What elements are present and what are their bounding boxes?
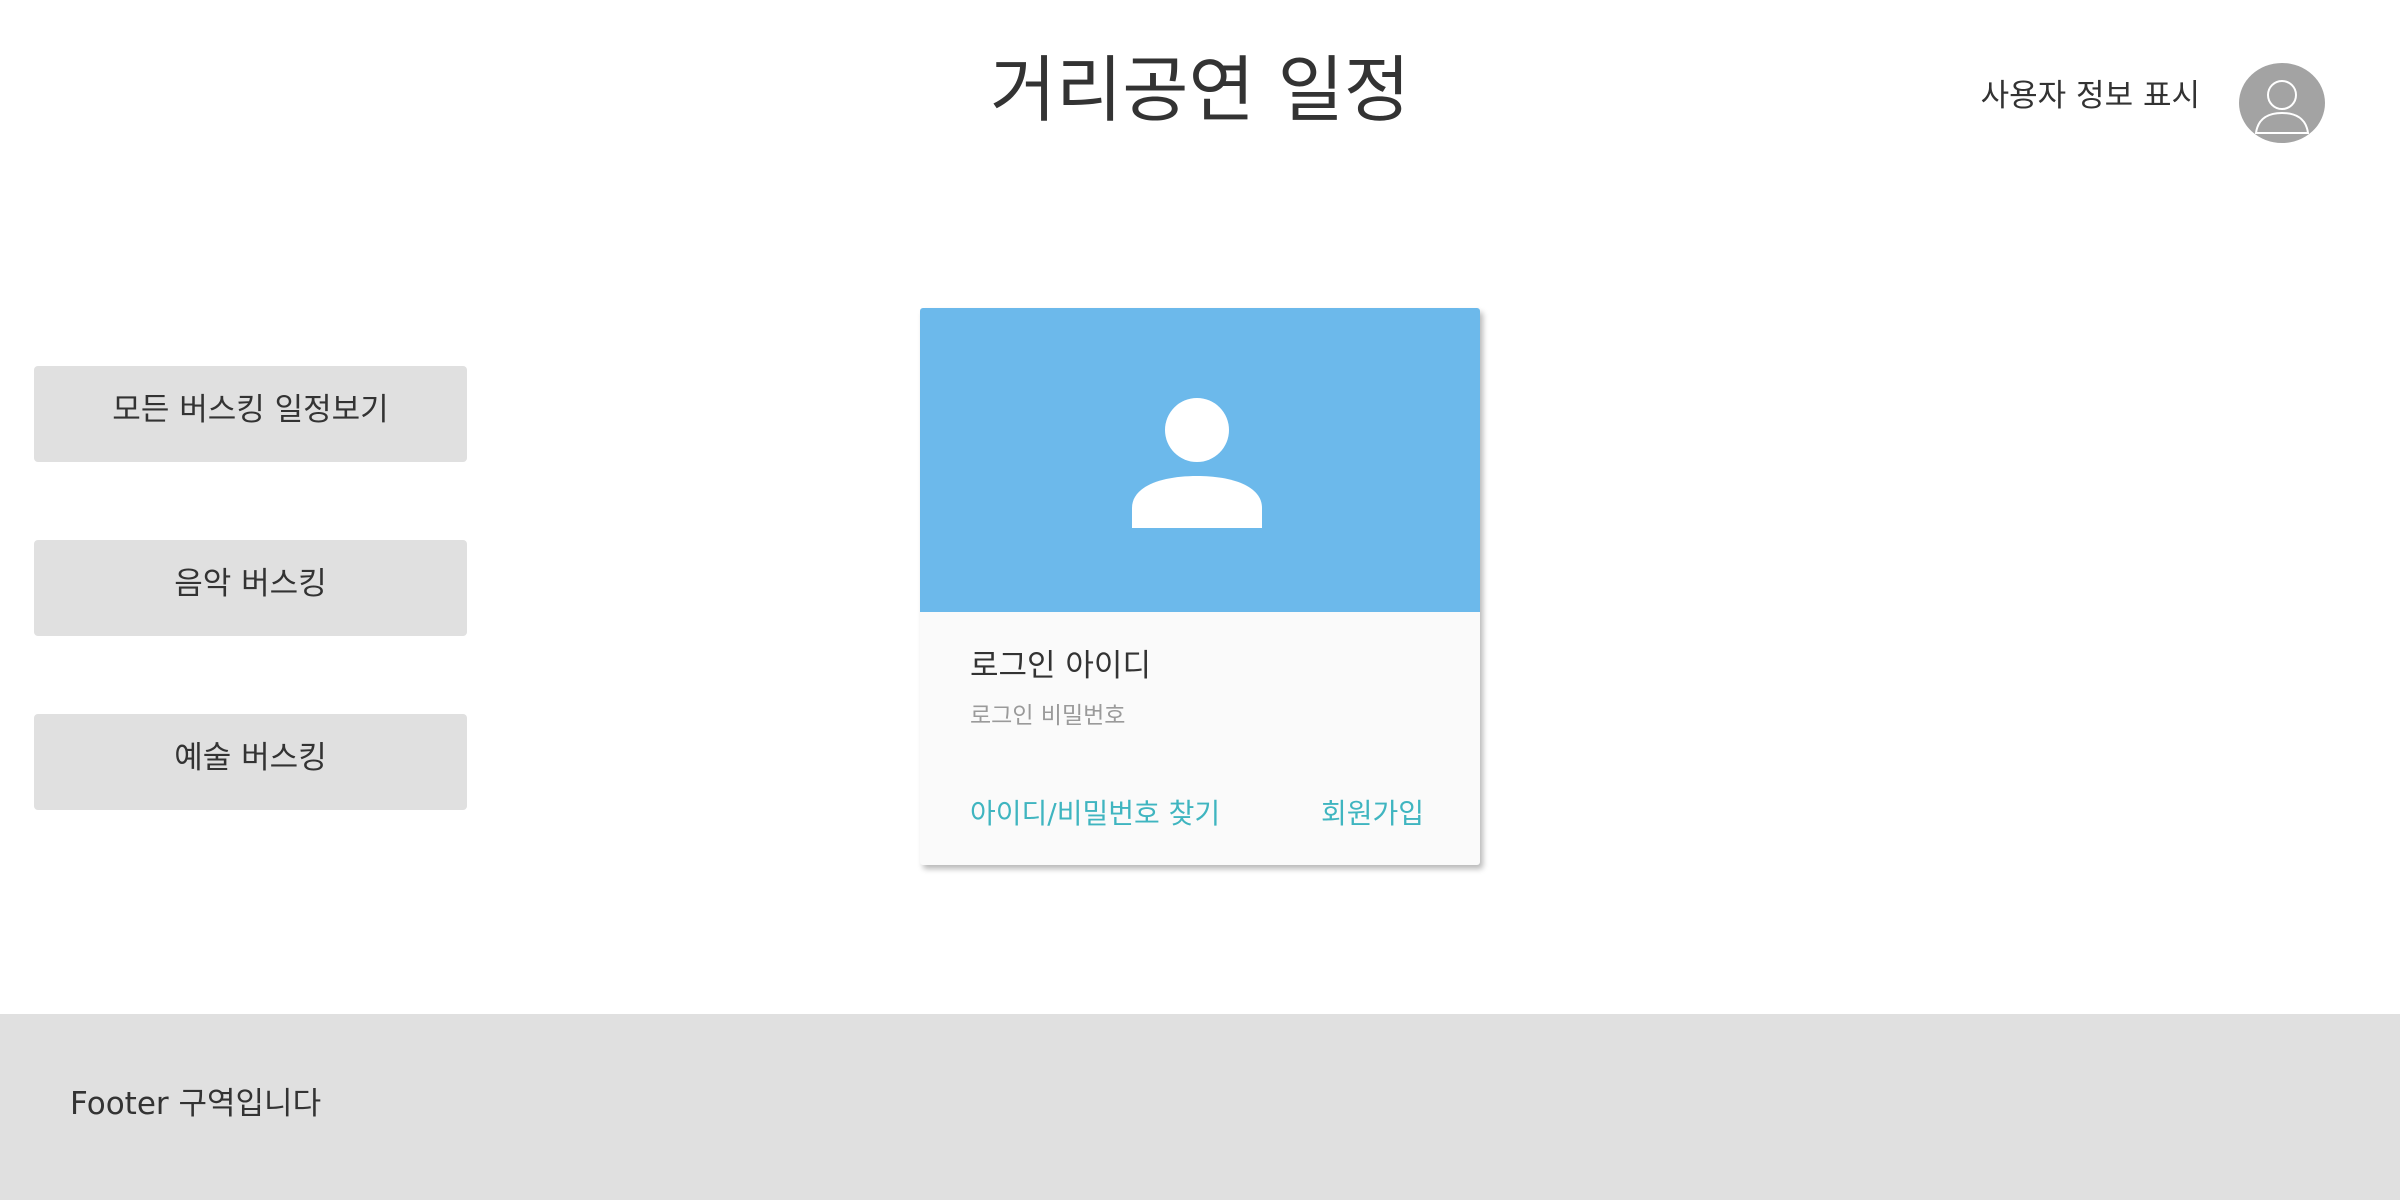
user-icon [1132,398,1262,528]
avatar[interactable] [2239,63,2325,143]
user-info-text: 사용자 정보 표시 [1980,78,2200,114]
signup-link[interactable]: 회원가입 [1321,794,1424,834]
user-silhouette-icon [2254,80,2310,134]
footer-text: Footer 구역입니다 [70,1086,322,1122]
sidebar-item-all-busking[interactable]: 모든 버스킹 일정보기 [34,366,467,462]
login-card-banner [920,308,1480,612]
find-account-link[interactable]: 아이디/비밀번호 찾기 [970,794,1220,834]
login-card: 로그인 아이디 로그인 비밀번호 아이디/비밀번호 찾기 회원가입 [920,308,1480,865]
footer: Footer 구역입니다 [0,1014,2400,1200]
login-id-field[interactable]: 로그인 아이디 [970,644,1151,688]
sidebar-item-music-busking[interactable]: 음악 버스킹 [34,540,467,636]
login-password-field[interactable]: 로그인 비밀번호 [970,700,1125,732]
sidebar-item-art-busking[interactable]: 예술 버스킹 [34,714,467,810]
